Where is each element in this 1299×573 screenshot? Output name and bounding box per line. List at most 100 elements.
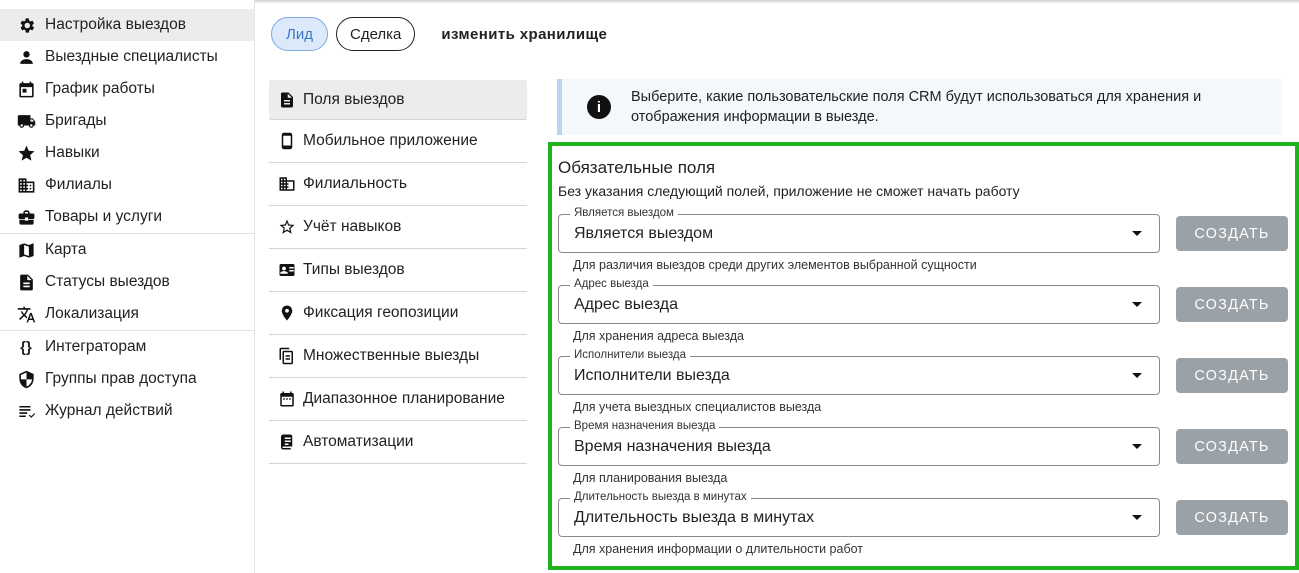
select-visit-performers[interactable]: Исполнители выезда Исполнители выезда — [558, 349, 1160, 395]
sidebar-item-products[interactable]: Товары и услуги — [0, 201, 254, 233]
code-braces-icon: {} — [20, 338, 32, 356]
sidebar-item-access-groups[interactable]: Группы прав доступа — [0, 363, 254, 395]
menu-item-fields[interactable]: Поля выездов — [269, 80, 527, 120]
sidebar-item-label: Филиалы — [45, 176, 112, 193]
create-button[interactable]: СОЗДАТЬ — [1176, 500, 1288, 535]
field-value: Время назначения выезда — [574, 438, 771, 455]
sidebar-item-label: Интеграторам — [45, 338, 147, 355]
field-legend: Длительность выезда в минутах — [570, 491, 751, 503]
menu-item-label: Филиальность — [303, 175, 407, 192]
menu-item-label: Учёт навыков — [303, 218, 402, 235]
select-is-visit[interactable]: Является выездом Является выездом — [558, 207, 1160, 253]
info-text: Выберите, какие пользовательские поля CR… — [631, 89, 1202, 125]
menu-item-geolocation[interactable]: Фиксация геопозиции — [269, 292, 527, 335]
top-bar-shadow — [255, 0, 1299, 4]
sidebar-item-skills[interactable]: Навыки — [0, 137, 254, 169]
sidebar-item-localization[interactable]: Локализация — [0, 298, 254, 330]
menu-item-label: Диапазонное планирование — [303, 390, 505, 407]
create-button[interactable]: СОЗДАТЬ — [1176, 358, 1288, 393]
field-legend: Время назначения выезда — [570, 420, 720, 432]
script-icon — [277, 432, 297, 452]
list-icon — [16, 401, 36, 421]
sidebar: Настройка выездов Выездные специалисты Г… — [0, 0, 255, 573]
document-icon — [277, 90, 297, 110]
select-visit-duration[interactable]: Длительность выезда в минутах Длительнос… — [558, 491, 1160, 537]
select-visit-address[interactable]: Адрес выезда Адрес выезда — [558, 278, 1160, 324]
sidebar-item-label: Журнал действий — [45, 402, 173, 419]
sidebar-item-label: Бригады — [45, 112, 107, 129]
sidebar-item-activity-log[interactable]: Журнал действий — [0, 395, 254, 427]
create-button[interactable]: СОЗДАТЬ — [1176, 287, 1288, 322]
building-icon — [16, 175, 36, 195]
sidebar-item-branches[interactable]: Филиалы — [0, 169, 254, 201]
translate-icon — [16, 304, 36, 324]
menu-item-skills[interactable]: Учёт навыков — [269, 206, 527, 249]
menu-item-visit-types[interactable]: Типы выездов — [269, 249, 527, 292]
sidebar-item-statuses[interactable]: Статусы выездов — [0, 266, 254, 298]
field-value: Адрес выезда — [574, 296, 679, 313]
sidebar-item-teams[interactable]: Бригады — [0, 105, 254, 137]
field-helper: Для хранения адреса выезда — [573, 329, 744, 343]
person-icon — [16, 47, 36, 67]
calendar-icon — [277, 389, 297, 409]
sidebar-item-label: Товары и услуги — [45, 208, 163, 225]
briefcase-icon — [16, 207, 36, 227]
sidebar-item-label: Навыки — [45, 144, 100, 161]
menu-item-mobile-app[interactable]: Мобильное приложение — [269, 120, 527, 163]
sidebar-group-settings: Настройка выездов Выездные специалисты Г… — [0, 9, 254, 234]
create-button[interactable]: СОЗДАТЬ — [1176, 429, 1288, 464]
field-helper: Для учета выездных специалистов выезда — [573, 400, 822, 414]
menu-item-range-planning[interactable]: Диапазонное планирование — [269, 378, 527, 421]
select-visit-time[interactable]: Время назначения выезда Время назначения… — [558, 420, 1160, 466]
entity-tabs: Лид Сделка изменить хранилище — [271, 17, 607, 51]
sidebar-item-label: Выездные специалисты — [45, 48, 218, 65]
info-banner: i Выберите, какие пользовательские поля … — [557, 79, 1282, 135]
shield-icon — [16, 369, 36, 389]
gear-icon — [16, 15, 36, 35]
sidebar-item-label: Локализация — [45, 305, 139, 322]
sidebar-item-label: Карта — [45, 241, 87, 258]
menu-item-label: Фиксация геопозиции — [303, 304, 459, 321]
dropdown-arrow-icon — [1132, 302, 1142, 307]
sidebar-item-label: Статусы выездов — [45, 273, 170, 290]
required-fields-panel: Обязательные поля Без указания следующий… — [548, 142, 1299, 570]
document-icon — [16, 272, 36, 292]
create-button[interactable]: СОЗДАТЬ — [1176, 216, 1288, 251]
field-helper: Для планирования выезда — [573, 471, 728, 485]
documents-icon — [277, 346, 297, 366]
sidebar-item-specialists[interactable]: Выездные специалисты — [0, 41, 254, 73]
field-value: Исполнители выезда — [574, 367, 730, 384]
dropdown-arrow-icon — [1132, 444, 1142, 449]
settings-menu: Поля выездов Мобильное приложение Филиал… — [269, 80, 527, 464]
sidebar-group-map: Карта Статусы выездов Локализация — [0, 234, 254, 331]
sidebar-item-schedule[interactable]: График работы — [0, 73, 254, 105]
change-storage-button[interactable]: изменить хранилище — [441, 26, 607, 43]
id-card-icon — [277, 260, 297, 280]
tab-deal[interactable]: Сделка — [335, 17, 416, 51]
building-icon — [277, 174, 297, 194]
field-legend: Адрес выезда — [570, 278, 653, 290]
dropdown-arrow-icon — [1132, 515, 1142, 520]
sidebar-item-integrators[interactable]: {} Интеграторам — [0, 331, 254, 363]
field-value: Является выездом — [574, 225, 714, 242]
field-value: Длительность выезда в минутах — [574, 509, 815, 526]
sidebar-item-map[interactable]: Карта — [0, 234, 254, 266]
sidebar-item-label: Настройка выездов — [45, 16, 186, 33]
menu-item-automations[interactable]: Автоматизации — [269, 421, 527, 464]
field-legend: Исполнители выезда — [570, 349, 690, 361]
calendar-icon — [16, 79, 36, 99]
star-icon — [16, 143, 36, 163]
sidebar-item-label: Группы прав доступа — [45, 370, 197, 387]
field-helper: Для различия выездов среди других элемен… — [573, 258, 977, 272]
field-legend: Является выездом — [570, 207, 678, 219]
location-pin-icon — [277, 303, 297, 323]
map-icon — [16, 240, 36, 260]
menu-item-multiple-visits[interactable]: Множественные выезды — [269, 335, 527, 378]
menu-item-branches[interactable]: Филиальность — [269, 163, 527, 206]
sidebar-item-field-settings[interactable]: Настройка выездов — [0, 9, 254, 41]
menu-item-label: Множественные выезды — [303, 347, 480, 364]
tab-lead[interactable]: Лид — [271, 17, 328, 51]
dropdown-arrow-icon — [1132, 373, 1142, 378]
sidebar-group-admin: {} Интеграторам Группы прав доступа Журн… — [0, 331, 254, 427]
star-outline-icon — [277, 217, 297, 237]
